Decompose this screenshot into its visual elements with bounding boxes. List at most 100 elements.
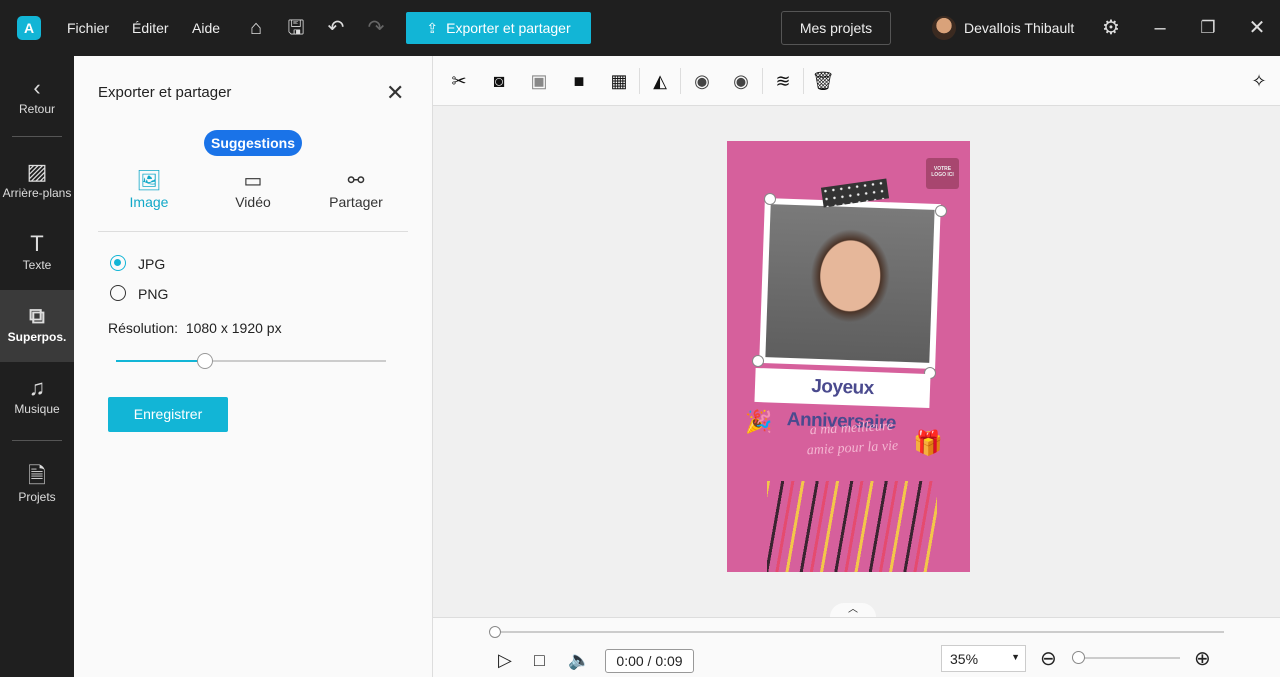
layers-icon[interactable]: ≋ xyxy=(770,68,796,94)
radio-png[interactable] xyxy=(110,285,126,301)
mask-icon[interactable]: ◙ xyxy=(486,68,512,94)
resolution-label: Résolution: xyxy=(108,320,179,336)
sidebar-item-backgrounds[interactable]: ▨ Arrière-plans xyxy=(0,146,74,216)
app-logo: A xyxy=(17,16,41,40)
divider xyxy=(12,136,62,137)
minimize-icon[interactable]: – xyxy=(1148,16,1172,40)
divider xyxy=(680,68,681,94)
sidebar-item-label: Musique xyxy=(14,402,60,416)
send-backward-icon[interactable]: ◉ xyxy=(728,68,754,94)
collapse-toggle[interactable]: ︿ xyxy=(830,603,876,617)
zoom-slider[interactable] xyxy=(1078,657,1180,659)
image-icon: 🖼 xyxy=(136,170,162,192)
tab-label: Partager xyxy=(329,194,383,210)
sidebar-item-projects[interactable]: 🗎 Projets xyxy=(0,450,74,520)
redo-icon[interactable]: ↷ xyxy=(364,16,388,40)
chevron-left-icon: ‹ xyxy=(33,75,41,100)
my-projects-button[interactable]: Mes projets xyxy=(781,11,891,45)
stop-icon[interactable]: □ xyxy=(534,650,545,671)
close-panel-icon[interactable]: ✕ xyxy=(386,80,404,106)
magic-icon[interactable]: ✧ xyxy=(1246,68,1272,94)
sidebar-item-label: Arrière-plans xyxy=(2,186,72,200)
restore-icon[interactable]: ❐ xyxy=(1196,16,1220,40)
resolution-slider[interactable] xyxy=(116,353,386,369)
tab-video[interactable]: ▭ Vidéo xyxy=(208,168,298,210)
caret-down-icon: ▼ xyxy=(1011,652,1020,662)
sidebar-item-text[interactable]: T Texte xyxy=(0,218,74,288)
sidebar-item-music[interactable]: ♫ Musique xyxy=(0,362,74,432)
sidebar-item-label: Superpos. xyxy=(7,330,67,344)
candles-decoration xyxy=(767,481,937,572)
menu-aide[interactable]: Aide xyxy=(192,20,220,36)
menu-fichier[interactable]: Fichier xyxy=(67,20,109,36)
menu-editer[interactable]: Éditer xyxy=(132,20,169,36)
panel-title: Exporter et partager xyxy=(98,84,232,101)
subtitle-text[interactable]: a ma meilleure amie pour la vie xyxy=(776,415,928,463)
timeline-track[interactable] xyxy=(495,631,1224,633)
tab-label: Vidéo xyxy=(235,194,271,210)
home-icon[interactable]: ⌂ xyxy=(244,16,268,40)
slider-fill xyxy=(116,360,206,362)
radio-jpg[interactable] xyxy=(110,255,126,271)
zoom-in-icon[interactable]: ⊕ xyxy=(1194,646,1211,671)
playback-bar xyxy=(433,617,1280,677)
timeline-thumb[interactable] xyxy=(489,626,501,638)
upload-icon: ⇪ xyxy=(426,19,439,36)
music-icon: ♫ xyxy=(28,375,46,400)
resolution-value: 1080 x 1920 px xyxy=(185,320,282,336)
border-icon[interactable]: ▣ xyxy=(526,68,552,94)
zoom-slider-thumb[interactable] xyxy=(1072,651,1085,664)
zoom-out-icon[interactable]: ⊖ xyxy=(1040,646,1057,671)
divider xyxy=(762,68,763,94)
title-bar: A Fichier Éditer Aide ⌂ 🖫 ↶ ↷ ⇪ Exporter … xyxy=(0,0,1280,56)
png-label: PNG xyxy=(138,286,169,302)
divider xyxy=(12,440,62,441)
sidebar-item-overlays[interactable]: ⧉ Superpos. xyxy=(0,290,74,362)
volume-icon[interactable]: 🔈 xyxy=(568,650,590,671)
transparency-icon[interactable]: ▦ xyxy=(606,68,632,94)
divider xyxy=(639,68,640,94)
time-display: 0:00 / 0:09 xyxy=(605,649,694,673)
shadow-icon[interactable]: ■ xyxy=(566,68,592,94)
save-button[interactable]: Enregistrer xyxy=(108,397,228,432)
text-icon: T xyxy=(30,231,44,256)
avatar[interactable] xyxy=(932,16,956,40)
gear-icon[interactable]: ⚙ xyxy=(1099,16,1123,40)
suggestions-badge[interactable]: Suggestions xyxy=(204,130,302,156)
tab-share[interactable]: ⚯ Partager xyxy=(311,168,401,210)
canvas-card[interactable]: VOTRE LOGO ICI Joyeux Anniversaire a ma … xyxy=(727,141,970,572)
crop-cut-icon[interactable]: ✂ xyxy=(446,68,472,94)
resolution: Résolution: 1080 x 1920 px xyxy=(108,320,282,336)
divider xyxy=(803,68,804,94)
logo-placeholder[interactable]: VOTRE LOGO ICI xyxy=(926,158,959,189)
close-icon[interactable]: ✕ xyxy=(1245,16,1269,40)
banner-text[interactable]: Joyeux Anniversaire xyxy=(754,367,931,434)
export-label: Exporter et partager xyxy=(446,20,571,36)
jpg-label: JPG xyxy=(138,256,166,272)
trash-icon[interactable]: 🗑 xyxy=(810,68,836,94)
export-share-button[interactable]: ⇪ Exporter et partager xyxy=(406,12,591,44)
sidebar-item-retour[interactable]: ‹ Retour xyxy=(0,62,74,132)
photo xyxy=(765,204,935,363)
zoom-value: 35% xyxy=(950,651,979,667)
resize-handle[interactable] xyxy=(935,205,947,217)
user-name[interactable]: Devallois Thibault xyxy=(964,20,1074,36)
resize-handle[interactable] xyxy=(764,193,776,205)
tab-image[interactable]: 🖼 Image xyxy=(104,168,194,210)
sidebar-item-label: Texte xyxy=(22,258,52,272)
undo-icon[interactable]: ↶ xyxy=(324,16,348,40)
edit-toolbar: ✂ ◙ ▣ ■ ▦ ◭ ◉ ◉ ≋ 🗑 ✧ xyxy=(433,56,1280,106)
party-horn-icon: 🎉 xyxy=(745,409,773,434)
share-icon: ⚯ xyxy=(347,170,365,192)
flip-icon[interactable]: ◭ xyxy=(647,68,673,94)
gift-icon: 🎁 xyxy=(913,430,943,457)
save-icon[interactable]: 🖫 xyxy=(284,16,308,40)
play-icon[interactable]: ▷ xyxy=(498,650,512,671)
resize-handle[interactable] xyxy=(752,355,764,367)
zoom-select[interactable]: 35% ▼ xyxy=(941,645,1026,672)
bring-forward-icon[interactable]: ◉ xyxy=(689,68,715,94)
slider-thumb[interactable] xyxy=(197,353,214,369)
overlay-icon: ⧉ xyxy=(29,303,45,328)
photo-frame[interactable] xyxy=(759,197,941,370)
sidebar-item-label: Retour xyxy=(18,102,56,116)
